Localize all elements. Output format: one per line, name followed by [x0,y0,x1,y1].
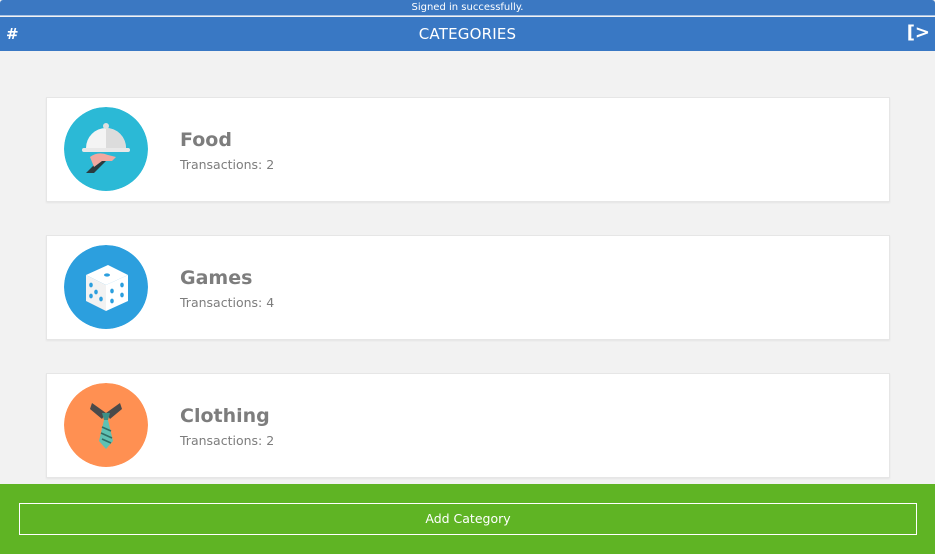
food-cloche-icon [64,107,148,191]
necktie-icon [64,383,148,467]
category-card-games[interactable]: Games Transactions: 4 [46,235,890,340]
toast-message: Signed in successfully. [0,0,935,16]
toast-text: Signed in successfully. [411,2,524,13]
category-name: Food [180,129,232,151]
category-name: Clothing [180,405,270,427]
dice-icon [64,245,148,329]
transaction-count: Transactions: 2 [180,433,275,448]
footer-bar: Add Category [0,484,935,554]
transaction-count: Transactions: 2 [180,157,275,172]
add-category-button[interactable]: Add Category [19,503,917,535]
page-title: CATEGORIES [418,25,517,43]
category-card-clothing[interactable]: Clothing Transactions: 2 [46,373,890,478]
transaction-count: Transactions: 4 [180,295,275,310]
menu-button[interactable]: # [6,25,19,43]
category-card-food[interactable]: Food Transactions: 2 [46,97,890,202]
app-header: # CATEGORIES [> [0,17,935,51]
signout-button[interactable]: [> [907,23,930,43]
category-name: Games [180,267,253,289]
